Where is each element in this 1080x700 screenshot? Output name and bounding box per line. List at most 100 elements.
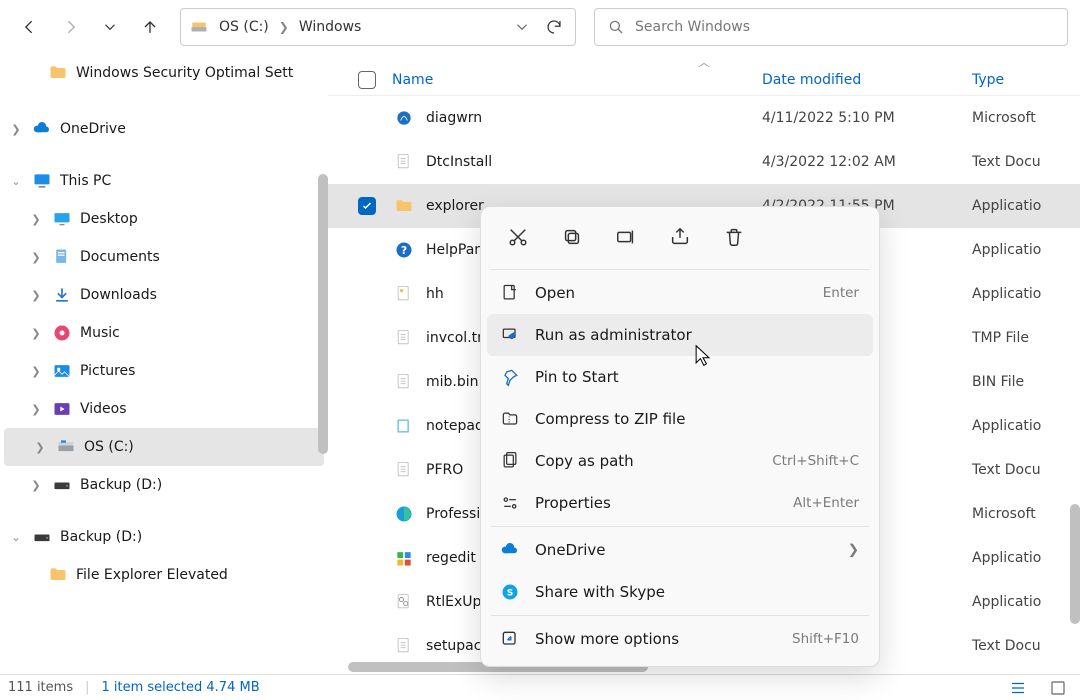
sidebar-item-music[interactable]: ❯ Music <box>0 314 328 352</box>
address-dropdown[interactable] <box>509 14 535 40</box>
chevron-right-icon: ❯ <box>279 20 289 34</box>
row-checkbox[interactable] <box>358 285 392 303</box>
expand-icon[interactable]: ❯ <box>8 123 24 136</box>
sidebar-item-desktop[interactable]: ❯ Desktop <box>0 200 328 238</box>
row-checkbox[interactable] <box>358 153 392 171</box>
ctx-copy-path[interactable]: Copy as path Ctrl+Shift+C <box>487 440 873 482</box>
sidebar-item-label: Windows Security Optimal Sett <box>76 65 293 81</box>
sidebar-item-label: File Explorer Elevated <box>76 567 228 583</box>
up-button[interactable] <box>132 9 168 45</box>
ctx-accel: Ctrl+Shift+C <box>772 453 859 469</box>
file-row[interactable]: diagwrn4/11/2022 5:10 PMMicrosoft <box>328 96 1080 140</box>
file-type: Microsoft <box>972 506 1064 522</box>
file-icon <box>392 460 416 480</box>
row-checkbox[interactable] <box>358 329 392 347</box>
row-checkbox[interactable] <box>358 593 392 611</box>
file-icon <box>392 108 416 128</box>
ctx-run-admin[interactable]: Run as administrator <box>487 314 873 356</box>
row-checkbox[interactable] <box>358 461 392 479</box>
file-date: 4/11/2022 5:10 PM <box>762 110 972 126</box>
ctx-open[interactable]: Open Enter <box>487 272 873 314</box>
ctx-pin-start[interactable]: Pin to Start <box>487 356 873 398</box>
sidebar-item-quickaccess-folder[interactable]: Windows Security Optimal Sett <box>0 54 328 92</box>
open-icon <box>499 283 521 303</box>
copy-button[interactable] <box>549 215 595 259</box>
column-header-type[interactable]: Type <box>972 72 1064 88</box>
back-button[interactable] <box>12 9 48 45</box>
file-type: Applicatio <box>972 198 1064 214</box>
row-checkbox[interactable] <box>358 373 392 391</box>
file-icon <box>392 328 416 348</box>
delete-button[interactable] <box>711 215 757 259</box>
sidebar-item-backup-d[interactable]: ❯ Backup (D:) <box>0 466 328 504</box>
sidebar-item-file-explorer-elevated[interactable]: File Explorer Elevated <box>0 556 328 594</box>
collapse-icon[interactable]: ⌄ <box>8 531 24 544</box>
row-checkbox[interactable] <box>358 417 392 435</box>
sidebar-item-downloads[interactable]: ❯ Downloads <box>0 276 328 314</box>
refresh-button[interactable] <box>541 14 567 40</box>
file-icon <box>392 548 416 568</box>
large-icons-view-button[interactable] <box>1044 678 1072 698</box>
sidebar-item-onedrive[interactable]: ❯ OneDrive <box>0 110 328 148</box>
rename-button[interactable] <box>603 215 649 259</box>
file-icon <box>392 416 416 436</box>
search-placeholder: Search Windows <box>635 19 1055 35</box>
scroll-up-icon[interactable]: ︿ <box>699 54 710 70</box>
ctx-share-skype[interactable]: S Share with Skype <box>487 571 873 613</box>
file-date: 4/3/2022 12:02 AM <box>762 154 972 170</box>
file-type: Applicatio <box>972 550 1064 566</box>
sidebar-item-label: Music <box>80 325 120 341</box>
recent-dropdown[interactable] <box>92 9 128 45</box>
share-button[interactable] <box>657 215 703 259</box>
sidebar-item-documents[interactable]: ❯ Documents <box>0 238 328 276</box>
vertical-scrollbar[interactable] <box>1070 504 1080 624</box>
file-icon <box>392 196 416 216</box>
file-icon <box>392 504 416 524</box>
file-type: Microsoft <box>972 110 1064 126</box>
file-row[interactable]: DtcInstall4/3/2022 12:02 AMText Docu <box>328 140 1080 184</box>
ctx-accel: Enter <box>823 285 859 301</box>
row-checkbox[interactable] <box>358 109 392 127</box>
sidebar-item-os-c[interactable]: ❯ OS (C:) <box>4 428 324 466</box>
forward-button[interactable] <box>52 9 88 45</box>
ctx-onedrive[interactable]: OneDrive ❯ <box>487 529 873 571</box>
sidebar-item-pictures[interactable]: ❯ Pictures <box>0 352 328 390</box>
column-header-date[interactable]: Date modified <box>762 72 972 88</box>
sidebar-item-label: Desktop <box>80 211 138 227</box>
file-type: Applicatio <box>972 286 1064 302</box>
toolbar: OS (C:) ❯ Windows Search Windows <box>0 0 1080 54</box>
chevron-right-icon: ❯ <box>848 542 859 558</box>
ctx-compress[interactable]: Compress to ZIP file <box>487 398 873 440</box>
details-view-button[interactable] <box>1004 678 1032 698</box>
sidebar-item-label: OS (C:) <box>84 439 134 455</box>
sidebar-scrollbar[interactable] <box>318 174 328 454</box>
crumb-folder[interactable]: Windows <box>295 9 366 45</box>
crumb-drive[interactable]: OS (C:) <box>215 9 273 45</box>
sidebar-item-thispc[interactable]: ⌄ This PC <box>0 162 328 200</box>
row-checkbox[interactable] <box>358 637 392 655</box>
zip-icon <box>499 409 521 429</box>
sidebar-item-backup-drive-group[interactable]: ⌄ Backup (D:) <box>0 518 328 556</box>
document-icon <box>52 247 72 267</box>
row-checkbox[interactable] <box>358 197 392 215</box>
onedrive-icon <box>32 119 52 139</box>
status-bar: 111 items | 1 item selected 4.74 MB <box>0 674 1080 700</box>
file-type: TMP File <box>972 330 1064 346</box>
ctx-more-options[interactable]: Show more options Shift+F10 <box>487 618 873 660</box>
folder-icon <box>48 565 68 585</box>
cut-button[interactable] <box>495 215 541 259</box>
row-checkbox[interactable] <box>358 241 392 259</box>
properties-icon <box>499 493 521 513</box>
sidebar-item-videos[interactable]: ❯ Videos <box>0 390 328 428</box>
address-bar[interactable]: OS (C:) ❯ Windows <box>180 8 576 46</box>
column-header-name[interactable]: Name <box>392 72 762 88</box>
search-input[interactable]: Search Windows <box>594 8 1068 46</box>
sidebar-item-label: This PC <box>60 173 111 189</box>
row-checkbox[interactable] <box>358 549 392 567</box>
ctx-properties[interactable]: Properties Alt+Enter <box>487 482 873 524</box>
collapse-icon[interactable]: ⌄ <box>8 175 24 188</box>
row-checkbox[interactable] <box>358 505 392 523</box>
more-icon <box>499 629 521 649</box>
select-all-checkbox[interactable] <box>358 71 392 89</box>
ctx-label: Copy as path <box>535 452 758 470</box>
